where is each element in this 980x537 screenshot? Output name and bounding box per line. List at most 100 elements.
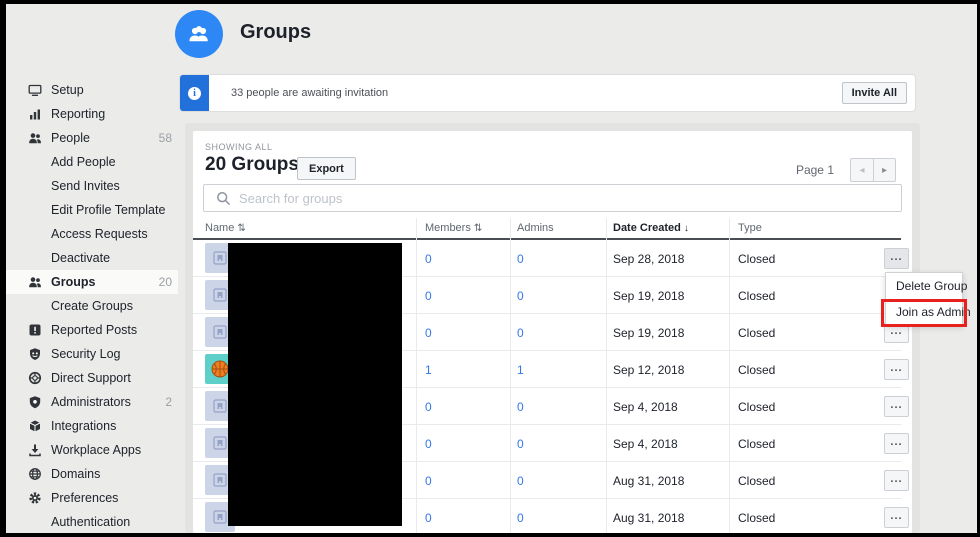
ellipsis-icon: ... — [890, 362, 903, 374]
admins-count-link[interactable]: 0 — [517, 289, 524, 303]
invitation-banner-text: 33 people are awaiting invitation — [231, 87, 389, 99]
row-actions-button[interactable]: ... — [884, 396, 909, 417]
groups-count-badge: 20 — [158, 275, 172, 289]
admins-count-link[interactable]: 0 — [517, 511, 524, 525]
sidebar-item-label: Deactivate — [51, 251, 111, 265]
sidebar-item-label: Edit Profile Template — [51, 203, 166, 217]
admins-count-link[interactable]: 0 — [517, 437, 524, 451]
sidebar-item-edit-profile-template[interactable]: Edit Profile Template — [6, 198, 178, 222]
date-created-cell: Sep 28, 2018 — [613, 252, 685, 266]
search-icon — [216, 191, 231, 206]
menu-item-join-as-admin[interactable]: Join as Admin — [886, 299, 971, 325]
pagination: ◂ ▸ — [850, 158, 896, 182]
column-header-admins[interactable]: Admins — [517, 222, 554, 234]
sidebar-item-reporting[interactable]: Reporting — [6, 102, 178, 126]
date-created-cell: Sep 19, 2018 — [613, 326, 685, 340]
sidebar-item-label: Workplace Apps — [51, 443, 142, 457]
groups-count-title: 20 Groups — [205, 154, 299, 175]
members-count-link[interactable]: 0 — [425, 437, 432, 451]
sidebar-item-access-requests[interactable]: Access Requests — [6, 222, 178, 246]
sidebar-item-workplace-apps[interactable]: Workplace Apps — [6, 438, 178, 462]
members-count-link[interactable]: 0 — [425, 326, 432, 340]
sort-updown-icon: ⇅ — [473, 223, 483, 234]
sidebar-item-direct-support[interactable]: Direct Support — [6, 366, 178, 390]
column-header-name[interactable]: Name ⇅ — [205, 222, 246, 234]
row-actions-button[interactable]: ... — [884, 359, 909, 380]
redacted-name-block — [228, 243, 402, 526]
sidebar-item-administrators[interactable]: Administrators 2 — [6, 390, 178, 414]
groups-page-logo — [175, 10, 223, 58]
members-count-link[interactable]: 0 — [425, 400, 432, 414]
menu-item-delete-group[interactable]: Delete Group — [886, 273, 967, 299]
sidebar-item-deactivate[interactable]: Deactivate — [6, 246, 178, 270]
table-header: Name ⇅ Members ⇅ Admins Date Created ↓ T… — [193, 218, 901, 240]
date-created-cell: Aug 31, 2018 — [613, 511, 685, 525]
sidebar: Setup Reporting People 58 Add People Sen… — [6, 78, 178, 533]
date-created-cell: Sep 19, 2018 — [613, 289, 685, 303]
row-actions-button[interactable]: ... — [884, 470, 909, 491]
previous-page-button[interactable]: ◂ — [850, 158, 873, 182]
sidebar-item-security-log[interactable]: Security Log — [6, 342, 178, 366]
sidebar-item-label: Create Groups — [51, 299, 133, 313]
admins-count-link[interactable]: 0 — [517, 252, 524, 266]
sidebar-item-label: Access Requests — [51, 227, 148, 241]
cube-icon — [28, 419, 42, 433]
export-button[interactable]: Export — [297, 157, 356, 180]
column-header-members[interactable]: Members ⇅ — [425, 222, 482, 234]
chevron-left-icon: ◂ — [859, 164, 865, 176]
group-type-cell: Closed — [738, 289, 776, 303]
row-actions-button[interactable]: ... — [884, 433, 909, 454]
life-ring-icon — [28, 371, 42, 385]
spy-shield-icon — [28, 347, 42, 361]
group-type-cell: Closed — [738, 326, 776, 340]
people-count-badge: 58 — [158, 131, 172, 145]
members-count-link[interactable]: 0 — [425, 474, 432, 488]
group-type-cell: Closed — [738, 474, 776, 488]
sidebar-item-label: Send Invites — [51, 179, 120, 193]
next-page-button[interactable]: ▸ — [873, 158, 896, 182]
group-type-cell: Closed — [738, 437, 776, 451]
groups-people-icon — [186, 21, 212, 47]
sidebar-item-label: Authentication — [51, 515, 131, 529]
invite-all-button[interactable]: Invite All — [841, 82, 907, 104]
admins-count-link[interactable]: 0 — [517, 400, 524, 414]
sidebar-item-integrations[interactable]: Integrations — [6, 414, 178, 438]
admins-count-link[interactable]: 1 — [517, 363, 524, 377]
date-created-cell: Sep 4, 2018 — [613, 437, 678, 451]
shield-icon — [28, 395, 42, 409]
ellipsis-icon: ... — [890, 325, 903, 337]
sidebar-item-label: Reporting — [51, 107, 106, 121]
members-count-link[interactable]: 0 — [425, 289, 432, 303]
sidebar-item-label: Reported Posts — [51, 323, 138, 337]
gear-icon — [28, 491, 42, 505]
row-actions-button[interactable]: ... — [884, 507, 909, 528]
sidebar-item-setup[interactable]: Setup — [6, 78, 178, 102]
admins-count-link[interactable]: 0 — [517, 474, 524, 488]
row-actions-button[interactable]: ... — [884, 248, 909, 269]
app-window: Groups Setup Reporting People 58 Add Peo… — [6, 4, 977, 533]
sidebar-item-create-groups[interactable]: Create Groups — [6, 294, 178, 318]
members-count-link[interactable]: 0 — [425, 511, 432, 525]
invitation-banner: i 33 people are awaiting invitation Invi… — [180, 75, 915, 111]
members-count-link[interactable]: 0 — [425, 252, 432, 266]
globe-icon — [28, 467, 42, 481]
sidebar-item-people[interactable]: People 58 — [6, 126, 178, 150]
administrators-count-badge: 2 — [165, 395, 172, 409]
members-count-link[interactable]: 1 — [425, 363, 432, 377]
sidebar-item-groups[interactable]: Groups 20 — [6, 270, 178, 294]
sidebar-item-send-invites[interactable]: Send Invites — [6, 174, 178, 198]
group-type-cell: Closed — [738, 511, 776, 525]
sidebar-item-preferences[interactable]: Preferences — [6, 486, 178, 510]
column-header-type[interactable]: Type — [738, 222, 762, 234]
group-search-box[interactable] — [203, 184, 902, 212]
column-header-date-created[interactable]: Date Created ↓ — [613, 222, 689, 234]
admins-count-link[interactable]: 0 — [517, 326, 524, 340]
search-input[interactable] — [239, 190, 901, 206]
sidebar-item-domains[interactable]: Domains — [6, 462, 178, 486]
page-title: Groups — [240, 21, 312, 43]
sidebar-item-add-people[interactable]: Add People — [6, 150, 178, 174]
sidebar-item-label: Preferences — [51, 491, 119, 505]
sidebar-item-reported-posts[interactable]: Reported Posts — [6, 318, 178, 342]
sidebar-item-authentication[interactable]: Authentication — [6, 510, 178, 533]
sidebar-item-label: Direct Support — [51, 371, 131, 385]
